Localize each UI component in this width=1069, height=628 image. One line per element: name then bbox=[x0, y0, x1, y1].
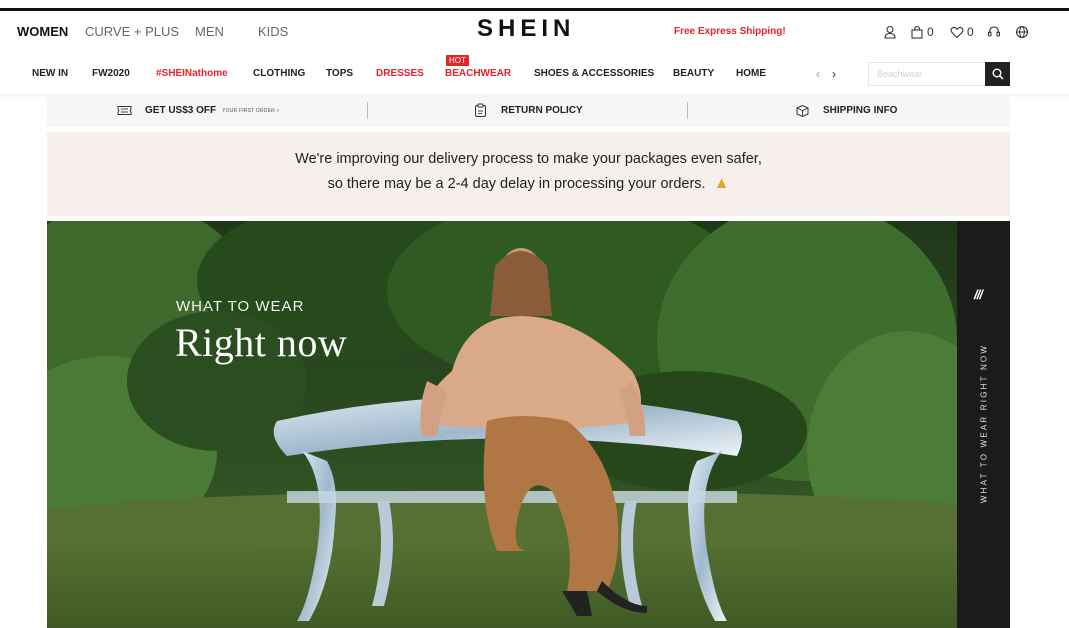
notice-line-2: so there may be a 2-4 day delay in proce… bbox=[47, 175, 1010, 193]
bag-icon bbox=[911, 25, 923, 39]
main-nav: NEW IN FW2020 #SHEINathome CLOTHING TOPS… bbox=[0, 55, 1069, 94]
nav-next-arrow[interactable]: › bbox=[832, 67, 836, 81]
category-curve-plus[interactable]: CURVE + PLUS bbox=[85, 11, 179, 53]
hero-banner[interactable]: WHAT TO WEAR Right now /// WHAT TO WEAR … bbox=[47, 221, 1010, 628]
nav-prev-arrow[interactable]: ‹ bbox=[816, 67, 820, 81]
wishlist-count: 0 bbox=[967, 25, 974, 39]
search-input[interactable] bbox=[869, 63, 983, 85]
side-slash-mark: /// bbox=[974, 287, 983, 302]
hero-image bbox=[47, 221, 1010, 628]
nav-new-in[interactable]: NEW IN bbox=[32, 58, 68, 90]
nav-shein-at-home[interactable]: #SHEINathome bbox=[156, 58, 228, 90]
praying-hands-icon: ▲ bbox=[713, 175, 730, 192]
first-order-coupon[interactable]: GET US$3 OFF YOUR FIRST ORDER » bbox=[117, 94, 280, 127]
clipboard-icon bbox=[475, 103, 486, 117]
search-icon bbox=[992, 68, 1004, 80]
coupon-title: GET US$3 OFF bbox=[145, 105, 217, 116]
nav-beauty[interactable]: BEAUTY bbox=[673, 58, 714, 90]
free-shipping-promo[interactable]: Free Express Shipping! bbox=[674, 11, 786, 53]
search-button[interactable] bbox=[985, 62, 1010, 86]
nav-tops[interactable]: TOPS bbox=[326, 58, 353, 90]
shipping-info-label: SHIPPING INFO bbox=[823, 105, 898, 116]
shipping-box-icon bbox=[796, 104, 809, 118]
side-text: WHAT TO WEAR RIGHT NOW bbox=[979, 343, 989, 504]
globe-icon[interactable] bbox=[1015, 24, 1029, 40]
notice-line-1: We're improving our delivery process to … bbox=[295, 151, 762, 167]
support-icon[interactable] bbox=[987, 24, 1001, 40]
nav-clothing[interactable]: CLOTHING bbox=[253, 58, 305, 90]
heart-icon bbox=[950, 26, 964, 39]
category-men[interactable]: MEN bbox=[195, 11, 224, 53]
shipping-info-link[interactable]: SHIPPING INFO bbox=[795, 94, 897, 127]
info-bar: GET US$3 OFF YOUR FIRST ORDER » RETURN P… bbox=[47, 94, 1010, 127]
divider bbox=[687, 102, 688, 119]
divider bbox=[367, 102, 368, 119]
nav-shoes-accessories[interactable]: SHOES & ACCESSORIES bbox=[534, 58, 654, 90]
top-header: WOMEN CURVE + PLUS MEN KIDS SHEIN Free E… bbox=[0, 11, 1069, 53]
return-policy-link[interactable]: RETURN POLICY bbox=[473, 94, 583, 127]
user-icon[interactable] bbox=[883, 24, 897, 40]
return-policy-label: RETURN POLICY bbox=[501, 105, 583, 116]
coupon-icon bbox=[117, 106, 132, 115]
category-kids[interactable]: KIDS bbox=[258, 11, 288, 53]
nav-dresses[interactable]: DRESSES bbox=[376, 58, 424, 90]
hero-side-panel[interactable]: /// WHAT TO WEAR RIGHT NOW bbox=[957, 221, 1010, 628]
nav-home[interactable]: HOME bbox=[736, 58, 766, 90]
site-logo[interactable]: SHEIN bbox=[477, 15, 575, 43]
delivery-notice: We're improving our delivery process to … bbox=[47, 132, 1010, 216]
wishlist-button[interactable]: 0 bbox=[950, 24, 974, 40]
bag-count: 0 bbox=[927, 25, 934, 39]
coupon-subtitle: YOUR FIRST ORDER » bbox=[222, 107, 280, 114]
hero-title: Right now bbox=[175, 320, 348, 365]
bag-button[interactable]: 0 bbox=[910, 24, 934, 40]
nav-arrows: ‹ › bbox=[816, 67, 848, 81]
nav-fw2020[interactable]: FW2020 bbox=[92, 58, 130, 90]
nav-beachwear[interactable]: BEACHWEAR bbox=[445, 58, 511, 90]
hero-kicker: WHAT TO WEAR bbox=[176, 298, 305, 315]
category-women[interactable]: WOMEN bbox=[17, 11, 68, 53]
search-box bbox=[868, 62, 1010, 86]
notice-line-2-text: so there may be a 2-4 day delay in proce… bbox=[327, 176, 706, 192]
